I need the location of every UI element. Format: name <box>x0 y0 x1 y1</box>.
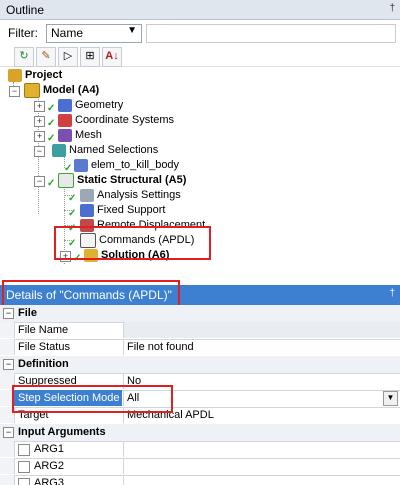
filter-row: Filter: Name ▼ <box>0 22 400 44</box>
sort-alpha-icon[interactable]: A↓ <box>102 47 122 67</box>
arg1-checkbox[interactable] <box>18 444 30 456</box>
collapse-icon[interactable]: − <box>3 308 14 319</box>
filter-input[interactable] <box>146 24 396 43</box>
tree-node-elem-to-kill-body[interactable]: elem_to_kill_body <box>74 158 179 173</box>
check-icon: ✓ <box>47 178 56 189</box>
group-definition[interactable]: − Definition <box>0 356 400 374</box>
check-icon: ✓ <box>68 208 77 219</box>
row-arg3[interactable]: ARG3 <box>0 475 400 485</box>
analysis-settings-icon <box>80 189 94 202</box>
static-structural-icon <box>58 173 74 188</box>
outline-title: Outline <box>6 3 45 17</box>
outline-toolbar: ↻ ✎ ▷ ⊞ A↓ <box>0 45 400 67</box>
row-file-name[interactable]: File Name <box>0 322 400 340</box>
refresh-icon[interactable]: ↻ <box>14 47 34 67</box>
expand-icon[interactable]: + <box>34 116 45 127</box>
check-icon: ✓ <box>47 103 56 114</box>
arg3-checkbox[interactable] <box>18 478 30 485</box>
collapse-icon[interactable]: − <box>9 86 20 97</box>
expand-all-icon[interactable]: ⊞ <box>80 47 100 67</box>
coordinate-axes-icon <box>58 114 72 127</box>
fixed-support-icon <box>80 204 94 217</box>
tree-node-mesh[interactable]: Mesh <box>58 128 102 143</box>
tree-node-project[interactable]: Project <box>8 68 62 83</box>
collapse-icon[interactable]: − <box>3 427 14 438</box>
tree-node-analysis-settings[interactable]: Analysis Settings <box>80 188 181 203</box>
row-arg2[interactable]: ARG2 <box>0 458 400 476</box>
row-arg1[interactable]: ARG1 <box>0 441 400 459</box>
expand-icon[interactable]: + <box>34 101 45 112</box>
tree-node-model[interactable]: Model (A4) <box>24 83 99 98</box>
collapse-icon[interactable]: − <box>34 176 45 187</box>
check-icon: ✓ <box>68 193 77 204</box>
tree-node-fixed-support[interactable]: Fixed Support <box>80 203 165 218</box>
expand-icon[interactable]: + <box>34 131 45 142</box>
model-icon <box>24 83 40 98</box>
file-name-value[interactable] <box>124 322 400 338</box>
chevron-down-icon[interactable]: ▼ <box>383 391 398 406</box>
outline-tree: Project − Model (A4) + ✓ Geometry + ✓ Co… <box>0 68 400 278</box>
geometry-icon <box>58 99 72 112</box>
check-icon: ✓ <box>47 118 56 129</box>
chevron-down-icon: ▼ <box>127 25 137 36</box>
collapse-icon[interactable]: − <box>3 359 14 370</box>
pin-icon[interactable]: † <box>389 3 395 14</box>
filter-select-value: Name <box>51 26 84 40</box>
tree-node-named-selections[interactable]: Named Selections <box>52 143 158 158</box>
named-selection-item-icon <box>74 159 88 172</box>
filter-label: Filter: <box>8 26 38 40</box>
filter-select[interactable]: Name ▼ <box>46 24 142 43</box>
tree-node-static-structural[interactable]: Static Structural (A5) <box>58 173 186 188</box>
group-input-arguments[interactable]: − Input Arguments <box>0 424 400 442</box>
tree-node-geometry[interactable]: Geometry <box>58 98 123 113</box>
highlight-step-selection-mode <box>12 385 173 413</box>
tree-node-coordinate-systems[interactable]: Coordinate Systems <box>58 113 174 128</box>
project-icon <box>8 69 22 82</box>
tag-icon[interactable]: ▷ <box>58 47 78 67</box>
group-file[interactable]: − File <box>0 305 400 323</box>
row-file-status: File Status File not found <box>0 339 400 357</box>
arg2-checkbox[interactable] <box>18 461 30 473</box>
mesh-icon <box>58 129 72 142</box>
details-grid: − File File Name File Status File not fo… <box>0 305 400 485</box>
collapse-icon[interactable]: − <box>34 146 45 157</box>
highlight-commands <box>54 226 211 260</box>
pin-icon[interactable]: † <box>389 288 395 299</box>
edit-icon[interactable]: ✎ <box>36 47 56 67</box>
named-selections-icon <box>52 144 66 157</box>
outline-panel-header: Outline † <box>0 0 400 20</box>
